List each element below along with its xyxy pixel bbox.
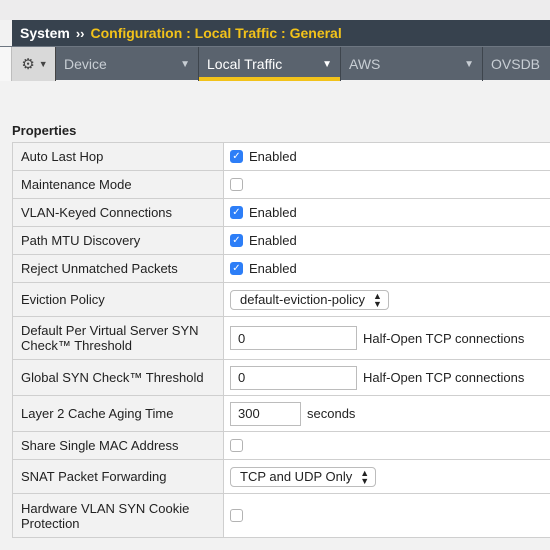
auto-last-hop-checkbox[interactable] — [230, 150, 243, 163]
select-value: TCP and UDP Only — [240, 469, 353, 484]
chevron-down-icon: ▼ — [180, 58, 190, 70]
chevron-down-icon: ▼ — [38, 59, 48, 69]
options-menu-button[interactable]: ⚙ ▼ — [0, 47, 56, 81]
tab-local-traffic[interactable]: Local Traffic ▼ — [199, 47, 341, 81]
row-label: VLAN-Keyed Connections — [12, 198, 224, 227]
tab-ovsdb[interactable]: OVSDB — [483, 47, 550, 81]
table-row: Global SYN Check™ Threshold 0 Half-Open … — [12, 359, 550, 396]
row-label: Share Single MAC Address — [12, 431, 224, 460]
chevron-down-icon: ▼ — [322, 58, 332, 70]
unit-label: seconds — [307, 406, 356, 421]
checkbox-label: Enabled — [249, 261, 297, 276]
main-nav: ⚙ ▼ Device ▼ Local Traffic ▼ AWS ▼ OVSDB — [0, 46, 550, 81]
reject-unmatched-packets-checkbox[interactable] — [230, 262, 243, 275]
row-label: Reject Unmatched Packets — [12, 254, 224, 283]
gear-icon: ⚙ — [21, 56, 35, 73]
row-label: Hardware VLAN SYN Cookie Protection — [12, 493, 224, 538]
path-mtu-discovery-checkbox[interactable] — [230, 234, 243, 247]
select-value: default-eviction-policy — [240, 292, 366, 307]
default-syn-threshold-input[interactable]: 0 — [230, 326, 357, 350]
table-row: Layer 2 Cache Aging Time 300 seconds — [12, 395, 550, 432]
maintenance-mode-checkbox[interactable] — [230, 178, 243, 191]
checkbox-label: Enabled — [249, 149, 297, 164]
tab-label: Device — [64, 56, 107, 72]
row-label: SNAT Packet Forwarding — [12, 459, 224, 494]
select-arrows-icon: ▲ ▼ — [373, 290, 382, 309]
select-arrows-icon: ▲ ▼ — [360, 467, 370, 486]
tab-device[interactable]: Device ▼ — [56, 47, 199, 81]
table-row: Path MTU Discovery Enabled — [12, 226, 550, 255]
row-label: Eviction Policy — [12, 282, 224, 317]
table-row: Share Single MAC Address — [12, 431, 550, 460]
row-value — [223, 431, 550, 460]
share-single-mac-checkbox[interactable] — [230, 439, 243, 452]
row-label: Auto Last Hop — [12, 142, 224, 171]
row-value — [223, 170, 550, 199]
tab-label: Local Traffic — [207, 56, 283, 72]
chevron-down-icon: ▼ — [464, 58, 474, 70]
table-row: Eviction Policy default-eviction-policy … — [12, 282, 550, 317]
row-value: TCP and UDP Only ▲ ▼ — [223, 459, 550, 494]
table-row: Hardware VLAN SYN Cookie Protection — [12, 493, 550, 538]
row-value: 0 Half-Open TCP connections — [223, 316, 550, 360]
breadcrumb-path: Configuration : Local Traffic : General — [90, 25, 342, 41]
row-value: Enabled — [223, 142, 550, 171]
checkbox-label: Enabled — [249, 205, 297, 220]
row-value: Enabled — [223, 254, 550, 283]
properties-table: Auto Last Hop Enabled Maintenance Mode V… — [12, 142, 550, 538]
row-label: Maintenance Mode — [12, 170, 224, 199]
row-value: default-eviction-policy ▲ ▼ — [223, 282, 550, 317]
row-value: Enabled — [223, 226, 550, 255]
top-strip — [0, 0, 550, 20]
row-label: Global SYN Check™ Threshold — [12, 359, 224, 396]
row-value: 300 seconds — [223, 395, 550, 432]
section-title: Properties — [12, 123, 77, 138]
row-label: Layer 2 Cache Aging Time — [12, 395, 224, 432]
table-row: VLAN-Keyed Connections Enabled — [12, 198, 550, 227]
vlan-keyed-connections-checkbox[interactable] — [230, 206, 243, 219]
nav-left-edge — [0, 47, 12, 81]
table-row: Maintenance Mode — [12, 170, 550, 199]
row-value — [223, 493, 550, 538]
unit-label: Half-Open TCP connections — [363, 330, 525, 346]
checkbox-label: Enabled — [249, 233, 297, 248]
row-label: Default Per Virtual Server SYN Check™ Th… — [12, 316, 224, 360]
global-syn-threshold-input[interactable]: 0 — [230, 365, 357, 390]
breadcrumb-separator: ›› — [75, 25, 85, 41]
tab-label: OVSDB — [491, 56, 541, 72]
table-row: SNAT Packet Forwarding TCP and UDP Only … — [12, 459, 550, 494]
breadcrumb-system[interactable]: System — [20, 25, 70, 41]
tab-label: AWS — [349, 56, 381, 72]
eviction-policy-select[interactable]: default-eviction-policy ▲ ▼ — [230, 289, 389, 310]
cache-aging-time-input[interactable]: 300 — [230, 401, 301, 426]
unit-label: Half-Open TCP connections — [363, 370, 525, 385]
hardware-vlan-syn-cookie-checkbox[interactable] — [230, 509, 243, 522]
table-row: Auto Last Hop Enabled — [12, 142, 550, 171]
tab-aws[interactable]: AWS ▼ — [341, 47, 483, 81]
snat-packet-forwarding-select[interactable]: TCP and UDP Only ▲ ▼ — [230, 466, 377, 487]
row-value: Enabled — [223, 198, 550, 227]
table-row: Default Per Virtual Server SYN Check™ Th… — [12, 316, 550, 360]
row-label: Path MTU Discovery — [12, 226, 224, 255]
row-value: 0 Half-Open TCP connections — [223, 359, 550, 396]
table-row: Reject Unmatched Packets Enabled — [12, 254, 550, 283]
breadcrumb: System ›› Configuration : Local Traffic … — [12, 20, 550, 46]
